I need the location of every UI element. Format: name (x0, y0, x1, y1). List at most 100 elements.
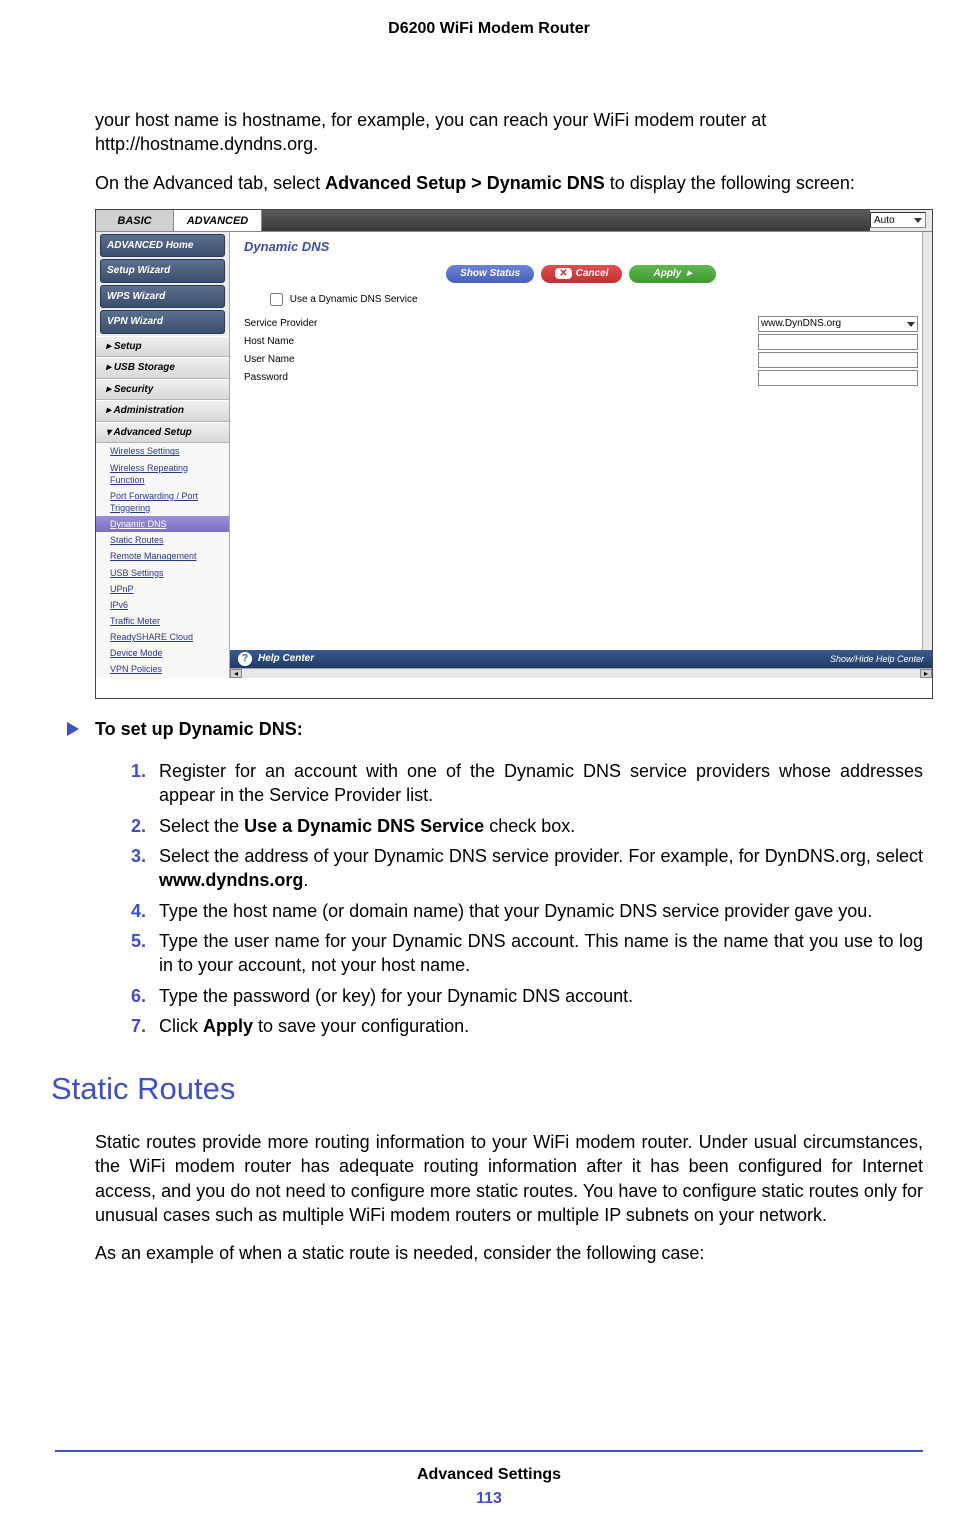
chevron-down-icon (907, 322, 915, 327)
user-name-input[interactable] (758, 352, 918, 368)
show-status-button[interactable]: Show Status (446, 265, 534, 283)
password-input[interactable] (758, 370, 918, 386)
cancel-label: Cancel (576, 268, 609, 279)
side-readyshare[interactable]: ReadySHARE Cloud (96, 629, 229, 645)
static-routes-para-2: As an example of when a static route is … (95, 1241, 923, 1265)
t: check box. (484, 816, 575, 836)
sidebar-item-security[interactable]: ▸ Security (96, 379, 229, 401)
side-wireless-settings[interactable]: Wireless Settings (96, 443, 229, 459)
footer-rule (55, 1450, 923, 1452)
intro-para-2: On the Advanced tab, select Advanced Set… (95, 171, 923, 195)
side-traffic[interactable]: Traffic Meter (96, 613, 229, 629)
sidebar-vpn-wizard[interactable]: VPN Wizard (100, 310, 225, 334)
horizontal-scrollbar[interactable]: ◂ ▸ (230, 668, 932, 678)
use-ddns-label: Use a Dynamic DNS Service (290, 295, 418, 306)
p2-text-a: On the Advanced tab, select (95, 173, 325, 193)
help-center-bar[interactable]: ? Help Center Show/Hide Help Center (230, 650, 932, 668)
sidebar-item-advsetup[interactable]: ▾ Advanced Setup (96, 422, 229, 444)
ss-sidebar: ADVANCED Home Setup Wizard WPS Wizard VP… (96, 232, 230, 678)
refresh-select[interactable]: Auto (870, 212, 926, 228)
ddns-form: Service Provider www.DynDNS.org Host Nam… (230, 315, 932, 387)
step-text: Register for an account with one of the … (159, 761, 923, 805)
scroll-left-icon[interactable]: ◂ (230, 669, 242, 678)
step-text: Type the host name (or domain name) that… (159, 901, 872, 921)
sidebar-label: Administration (113, 405, 184, 416)
side-port-forward[interactable]: Port Forwarding / Port Triggering (96, 488, 229, 516)
step-4: 4.Type the host name (or domain name) th… (131, 899, 923, 923)
refresh-select-value: Auto (874, 214, 895, 228)
apply-button[interactable]: Apply ▸ (629, 265, 715, 283)
p2-text-c: to display the following screen: (605, 173, 855, 193)
t-bold: Apply (203, 1016, 253, 1036)
side-static-routes[interactable]: Static Routes (96, 532, 229, 548)
panel-buttons: Show Status ✕ Cancel Apply ▸ (230, 261, 932, 293)
sidebar-label: Setup (114, 341, 142, 352)
tab-basic[interactable]: BASIC (96, 210, 174, 231)
page-number: 113 (0, 1490, 978, 1508)
sidebar-item-admin[interactable]: ▸ Administration (96, 400, 229, 422)
sidebar-setup-wizard[interactable]: Setup Wizard (100, 259, 225, 283)
sidebar-item-usb[interactable]: ▸ USB Storage (96, 357, 229, 379)
static-routes-heading: Static Routes (51, 1068, 923, 1110)
t: Click (159, 1016, 203, 1036)
procedure-title: To set up Dynamic DNS: (95, 717, 303, 741)
side-device-mode[interactable]: Device Mode (96, 645, 229, 661)
side-dynamic-dns[interactable]: Dynamic DNS (96, 516, 229, 532)
static-routes-para-1: Static routes provide more routing infor… (95, 1130, 923, 1227)
step-6: 6.Type the password (or key) for your Dy… (131, 984, 923, 1008)
sidebar-item-setup[interactable]: ▸ Setup (96, 336, 229, 358)
page-footer: Advanced Settings 113 (0, 1450, 978, 1508)
p2-path: Advanced Setup > Dynamic DNS (325, 173, 605, 193)
service-provider-value: www.DynDNS.org (761, 317, 841, 331)
step-text: Select the address of your Dynamic DNS s… (159, 846, 923, 890)
step-7: 7.Click Apply to save your configuration… (131, 1014, 923, 1038)
help-toggle[interactable]: Show/Hide Help Center (830, 653, 924, 665)
host-name-label: Host Name (244, 335, 758, 349)
t-bold: Use a Dynamic DNS Service (244, 816, 484, 836)
tab-advanced[interactable]: ADVANCED (174, 210, 262, 231)
t: Select the (159, 816, 244, 836)
step-3: 3.Select the address of your Dynamic DNS… (131, 844, 923, 893)
step-text: Select the Use a Dynamic DNS Service che… (159, 816, 575, 836)
ss-top-bar: BASIC ADVANCED Auto (96, 210, 932, 232)
intro-para-1: your host name is hostname, for example,… (95, 108, 923, 157)
sidebar-advanced-home[interactable]: ADVANCED Home (100, 234, 225, 258)
footer-section-title: Advanced Settings (0, 1466, 978, 1484)
page-content: your host name is hostname, for example,… (0, 38, 978, 1265)
side-vpn-policies[interactable]: VPN Policies (96, 661, 229, 677)
top-spacer (262, 210, 870, 231)
step-5: 5.Type the user name for your Dynamic DN… (131, 929, 923, 978)
sidebar-wps-wizard[interactable]: WPS Wizard (100, 285, 225, 309)
side-wireless-repeat[interactable]: Wireless Repeating Function (96, 460, 229, 488)
vertical-scrollbar[interactable] (922, 232, 932, 650)
side-remote-mgmt[interactable]: Remote Management (96, 548, 229, 564)
t: Select the address of your Dynamic DNS s… (159, 846, 923, 866)
ss-body: ADVANCED Home Setup Wizard WPS Wizard VP… (96, 232, 932, 678)
help-title: Help Center (258, 652, 314, 666)
t: . (303, 870, 308, 890)
ss-main-panel: Dynamic DNS Show Status ✕Cancel Apply ▸ … (230, 232, 932, 678)
service-provider-select[interactable]: www.DynDNS.org (758, 316, 918, 332)
help-icon: ? (238, 652, 252, 666)
scroll-track[interactable] (242, 669, 920, 678)
step-1: 1.Register for an account with one of th… (131, 759, 923, 808)
cancel-button[interactable]: ✕ Cancel (541, 265, 622, 283)
side-ipv6[interactable]: IPv6 (96, 597, 229, 613)
user-name-label: User Name (244, 353, 758, 367)
router-screenshot: BASIC ADVANCED Auto ADVANCED Home Setup … (95, 209, 933, 699)
scroll-right-icon[interactable]: ▸ (920, 669, 932, 678)
side-upnp[interactable]: UPnP (96, 581, 229, 597)
apply-label: Apply (653, 268, 681, 279)
host-name-input[interactable] (758, 334, 918, 350)
page-header: D6200 WiFi Modem Router (0, 0, 978, 38)
step-text: Click Apply to save your configuration. (159, 1016, 469, 1036)
step-text: Type the password (or key) for your Dyna… (159, 986, 633, 1006)
t-bold: www.dyndns.org (159, 870, 303, 890)
close-icon: ✕ (555, 268, 571, 279)
step-text: Type the user name for your Dynamic DNS … (159, 931, 923, 975)
sidebar-label: Advanced Setup (113, 427, 191, 438)
sidebar-label: Security (114, 384, 153, 395)
use-ddns-row: Use a Dynamic DNS Service (230, 293, 932, 315)
use-ddns-checkbox[interactable] (270, 293, 283, 306)
side-usb-settings[interactable]: USB Settings (96, 565, 229, 581)
